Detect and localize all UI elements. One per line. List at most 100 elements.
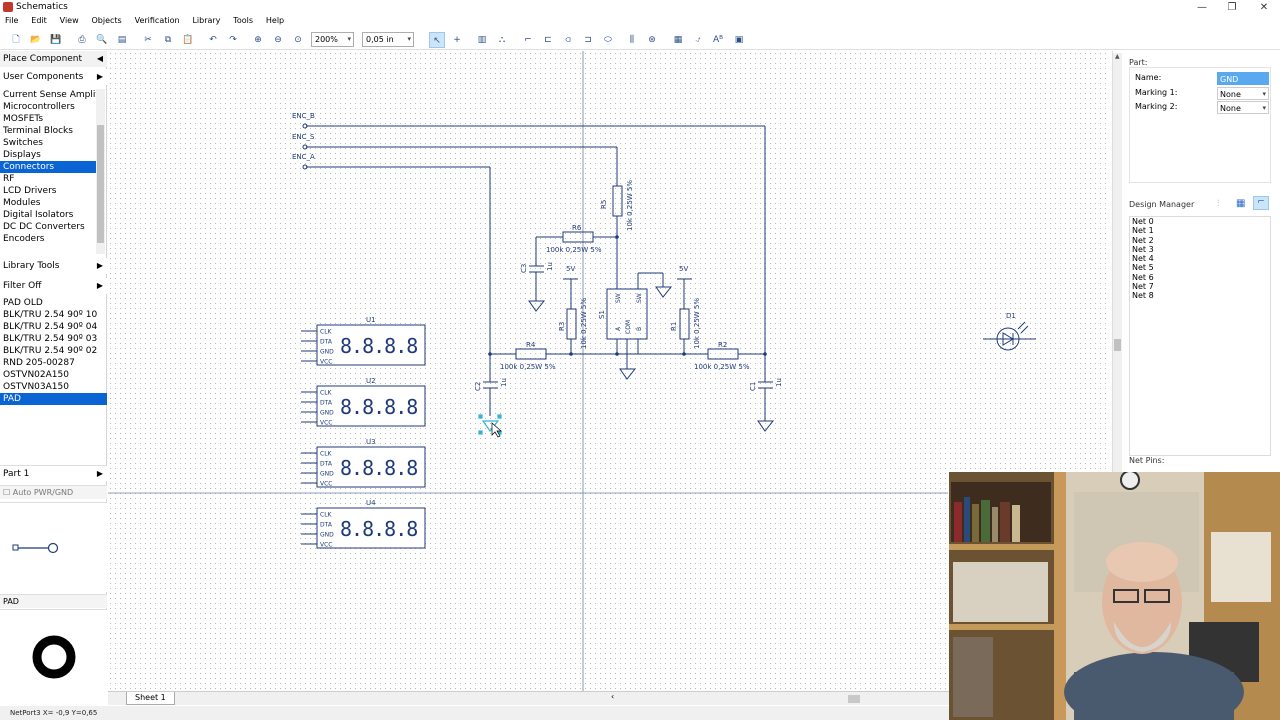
component-item[interactable]: BLK/TRU 2.54 90º 04	[0, 321, 107, 333]
category-item[interactable]: RF	[0, 173, 96, 185]
print-preview-icon[interactable]: 🔍	[94, 32, 110, 48]
auto-pwr-checkbox[interactable]: ☐ Auto PWR/GND	[3, 488, 73, 497]
net-item[interactable]: Net 2	[1130, 236, 1270, 245]
net-item[interactable]: Net 4	[1130, 254, 1270, 263]
menu-view[interactable]: View	[55, 15, 84, 26]
category-item[interactable]: Digital Isolators	[0, 209, 96, 221]
cross-cursor-icon[interactable]: +	[449, 32, 465, 48]
component-item[interactable]: BLK/TRU 2.54 90º 03	[0, 333, 107, 345]
category-item[interactable]: Encoders	[0, 233, 96, 245]
text-tool-icon[interactable]: Aᴮ	[710, 32, 726, 48]
scroll-left-icon[interactable]: ‹	[611, 692, 614, 701]
minimize-button[interactable]: —	[1187, 0, 1217, 15]
export-icon[interactable]: ▤	[114, 32, 130, 48]
table-view-icon[interactable]: ▦	[1236, 198, 1245, 209]
category-item[interactable]: Terminal Blocks	[0, 125, 96, 137]
maximize-button[interactable]: ❐	[1217, 0, 1247, 15]
led-d1[interactable]: D1	[983, 312, 1036, 351]
display-module-u3[interactable]: U3 CLK DTA GND VCC 8.8.8.8	[301, 438, 426, 488]
component-item[interactable]: RND 205-00287	[0, 357, 107, 369]
menu-file[interactable]: File	[0, 15, 23, 26]
category-item[interactable]: Modules	[0, 197, 96, 209]
library-tools-header[interactable]: Library Tools ▶	[0, 258, 107, 274]
menu-edit[interactable]: Edit	[26, 15, 52, 26]
copy-icon[interactable]: ⧉	[160, 32, 176, 48]
user-components-header[interactable]: User Components ▶	[0, 69, 107, 85]
net-item[interactable]: Net 3	[1130, 245, 1270, 254]
net-item[interactable]: Net 6	[1130, 273, 1270, 282]
align-icon[interactable]: ⫼	[624, 32, 640, 48]
filter-header[interactable]: Filter Off ▶	[0, 278, 107, 294]
place-component-header[interactable]: Place Component ◀	[0, 51, 107, 67]
category-item[interactable]: LCD Drivers	[0, 185, 96, 197]
net-view-icon[interactable]: ⌐	[1253, 196, 1269, 210]
find-icon[interactable]: ⛬	[494, 32, 510, 48]
scroll-up-icon[interactable]: ▲	[1115, 53, 1120, 60]
print-icon[interactable]: ⎙	[74, 32, 90, 48]
mirror-icon[interactable]: ⊛	[644, 32, 660, 48]
horizontal-scroll-thumb[interactable]	[848, 695, 860, 703]
category-item[interactable]: Current Sense Amplifi	[0, 89, 96, 101]
menu-verification[interactable]: Verification	[130, 15, 185, 26]
scrollbar-thumb[interactable]	[97, 125, 104, 243]
component-item-selected[interactable]: PAD	[0, 393, 107, 405]
menu-library[interactable]: Library	[187, 15, 225, 26]
component-view-icon[interactable]: ⫶	[1217, 199, 1219, 209]
display-module-u4[interactable]: U4 CLK DTA GND VCC 8.8.8.8	[301, 499, 426, 549]
zoom-select[interactable]: 200% ▾	[311, 32, 354, 47]
zoom-in-icon[interactable]: ⊕	[250, 32, 266, 48]
category-item[interactable]: Switches	[0, 137, 96, 149]
net-item[interactable]: Net 8	[1130, 291, 1270, 300]
menu-objects[interactable]: Objects	[87, 15, 127, 26]
component-tool-icon[interactable]: ▥	[474, 32, 490, 48]
collapse-icon[interactable]: ◀	[97, 51, 103, 67]
display-module-u2[interactable]: U2 CLK DTA GND VCC 8.8.8.8	[301, 377, 426, 427]
expand-icon[interactable]: ▶	[97, 69, 103, 85]
select-tool-icon[interactable]: ↖	[429, 32, 445, 48]
net-tool-icon[interactable]: ⫏	[560, 32, 576, 48]
close-button[interactable]: ✕	[1249, 0, 1279, 15]
grid-select[interactable]: 0,05 in ▾	[362, 32, 414, 47]
net-item[interactable]: Net 5	[1130, 263, 1270, 272]
new-file-icon[interactable]: 🗋	[8, 32, 24, 48]
component-item[interactable]: OSTVN03A150	[0, 381, 107, 393]
sheet-tab[interactable]: Sheet 1	[126, 692, 175, 705]
category-scrollbar[interactable]	[96, 89, 105, 254]
redo-icon[interactable]: ↷	[225, 32, 241, 48]
category-item[interactable]: DC DC Converters	[0, 221, 96, 233]
cut-icon[interactable]: ✂	[140, 32, 156, 48]
scrollbar-thumb[interactable]	[1114, 339, 1121, 351]
net-item[interactable]: Net 0	[1130, 217, 1270, 226]
open-file-icon[interactable]: 📂	[28, 32, 44, 48]
image-tool-icon[interactable]: ▣	[731, 32, 747, 48]
wire-tool-icon[interactable]: ⌐	[520, 32, 536, 48]
component-item[interactable]: OSTVN02A150	[0, 369, 107, 381]
expand-icon[interactable]: ▶	[97, 466, 103, 482]
component-item[interactable]: BLK/TRU 2.54 90º 02	[0, 345, 107, 357]
bus-tool-icon[interactable]: ⊏	[540, 32, 556, 48]
net-item[interactable]: Net 7	[1130, 282, 1270, 291]
menu-tools[interactable]: Tools	[228, 15, 258, 26]
component-item[interactable]: PAD OLD	[0, 297, 107, 309]
display-module-u1[interactable]: U1 CLK DTA GND VCC 8.8.8.8	[301, 316, 426, 366]
undo-icon[interactable]: ↶	[205, 32, 221, 48]
zoom-out-icon[interactable]: ⊖	[270, 32, 286, 48]
zoom-fit-icon[interactable]: ⊙	[290, 32, 306, 48]
expand-icon[interactable]: ▶	[97, 258, 103, 274]
port-tool-icon[interactable]: ⊐	[580, 32, 596, 48]
category-item[interactable]: Displays	[0, 149, 96, 161]
category-item-selected[interactable]: Connectors	[0, 161, 96, 173]
right-scrollbar[interactable]: ▲	[1113, 53, 1122, 473]
menu-help[interactable]: Help	[261, 15, 289, 26]
check-icon[interactable]: ⍻	[690, 32, 706, 48]
table-icon[interactable]: ▦	[670, 32, 686, 48]
paste-icon[interactable]: 📋	[180, 32, 196, 48]
component-item[interactable]: BLK/TRU 2.54 90º 10	[0, 309, 107, 321]
category-item[interactable]: MOSFETs	[0, 113, 96, 125]
category-item[interactable]: Microcontrollers	[0, 101, 96, 113]
net-item[interactable]: Net 1	[1130, 226, 1270, 235]
part-header[interactable]: Part 1 ▶	[0, 465, 107, 481]
expand-icon[interactable]: ▶	[97, 278, 103, 294]
ellipse-tool-icon[interactable]: ⬭	[600, 32, 616, 48]
save-icon[interactable]: 💾	[48, 32, 64, 48]
